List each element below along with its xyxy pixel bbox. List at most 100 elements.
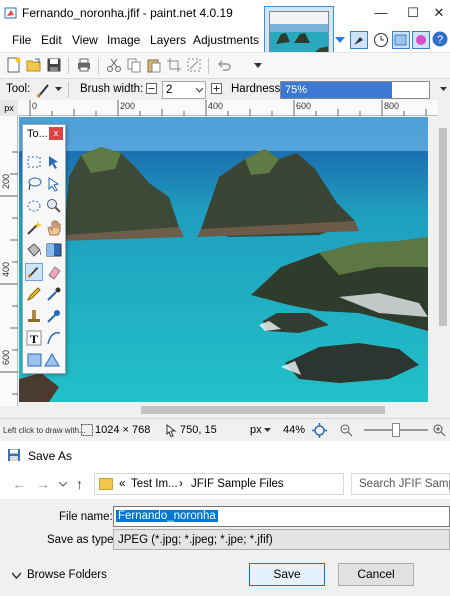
paste-icon[interactable] bbox=[146, 57, 162, 73]
move-selected-pixels-icon[interactable] bbox=[45, 153, 63, 171]
file-name-input[interactable]: Fernando_noronha bbox=[113, 506, 450, 527]
cancel-button[interactable]: Cancel bbox=[338, 563, 414, 586]
forward-arrow-icon[interactable]: → bbox=[36, 476, 50, 492]
save-as-dialog-title: Save As bbox=[28, 449, 73, 463]
menu-view[interactable]: View bbox=[72, 33, 98, 47]
file-name-label: File name: bbox=[59, 511, 113, 523]
recolor-icon[interactable] bbox=[45, 307, 63, 325]
ellipse-select-icon[interactable] bbox=[25, 197, 43, 215]
eraser-icon[interactable] bbox=[45, 263, 63, 281]
menu-edit[interactable]: Edit bbox=[41, 33, 62, 47]
rectangle-select-icon[interactable] bbox=[25, 153, 43, 171]
line-curve-icon[interactable] bbox=[45, 329, 63, 347]
color-picker-icon[interactable] bbox=[45, 285, 63, 303]
maximize-icon[interactable]: ☐ bbox=[404, 4, 422, 22]
dropdown-arrow-icon[interactable] bbox=[334, 34, 346, 46]
units-selector[interactable]: px bbox=[250, 424, 262, 436]
toolbar-separator bbox=[68, 82, 69, 98]
hardness-value: 75% bbox=[285, 84, 308, 96]
increase-brush-icon[interactable] bbox=[211, 83, 222, 94]
zoom-level: 44% bbox=[283, 424, 306, 436]
toolbar-separator bbox=[208, 58, 209, 74]
close-icon[interactable]: ✕ bbox=[430, 4, 448, 22]
options-overflow-icon[interactable] bbox=[440, 87, 447, 92]
image-canvas[interactable] bbox=[19, 117, 428, 402]
tool-dropdown-icon[interactable] bbox=[55, 87, 62, 92]
magic-wand-icon[interactable] bbox=[25, 219, 43, 237]
paint-bucket-icon[interactable] bbox=[25, 241, 43, 259]
zoom-icon[interactable] bbox=[45, 197, 63, 215]
deselect-icon[interactable] bbox=[186, 57, 202, 73]
save-icon[interactable] bbox=[46, 57, 62, 73]
expand-chevron-icon[interactable] bbox=[12, 572, 21, 579]
lasso-select-icon[interactable] bbox=[25, 175, 43, 193]
menu-bar: File Edit View Image Layers Adjustments … bbox=[0, 28, 450, 52]
minimize-icon[interactable]: — bbox=[372, 4, 390, 22]
search-box[interactable]: Search JFIF Samples bbox=[351, 473, 450, 495]
toolbar-separator bbox=[98, 58, 99, 74]
zoom-to-window-icon[interactable] bbox=[312, 423, 327, 438]
status-hint: Left click to draw with... bbox=[3, 426, 86, 435]
new-image-icon[interactable] bbox=[6, 57, 22, 73]
vertical-scroll-thumb[interactable] bbox=[439, 128, 447, 326]
pencil-icon[interactable] bbox=[25, 285, 43, 303]
brush-width-dropdown-icon[interactable] bbox=[196, 88, 203, 93]
clone-stamp-icon[interactable] bbox=[25, 307, 43, 325]
brush-width-label: Brush width: bbox=[80, 83, 144, 95]
breadcrumb-item-jfif-samples[interactable]: JFIF Sample Files bbox=[191, 478, 284, 490]
zoom-slider-knob[interactable] bbox=[392, 423, 400, 437]
cut-icon[interactable] bbox=[106, 57, 122, 73]
file-name-value: Fernando_noronha bbox=[116, 510, 218, 522]
address-bar[interactable]: « Test Im... › JFIF Sample Files bbox=[94, 473, 344, 495]
units-dropdown-icon[interactable] bbox=[264, 428, 271, 433]
cursor-position: 750, 15 bbox=[180, 424, 217, 436]
pan-hand-icon[interactable] bbox=[45, 219, 63, 237]
hardness-slider[interactable]: 75% bbox=[280, 81, 430, 99]
horizontal-ruler: 0 200 400 600 800 bbox=[18, 100, 438, 116]
open-file-icon[interactable] bbox=[26, 57, 42, 73]
zoom-in-icon[interactable] bbox=[432, 423, 446, 437]
horizontal-scroll-thumb[interactable] bbox=[141, 406, 385, 414]
toolbar-overflow-icon[interactable] bbox=[254, 63, 262, 69]
svg-text:T: T bbox=[30, 332, 38, 346]
menu-layers[interactable]: Layers bbox=[150, 33, 186, 47]
text-tool-icon[interactable]: T bbox=[25, 329, 43, 347]
folder-icon bbox=[99, 478, 113, 490]
help-icon[interactable]: ? bbox=[432, 31, 448, 47]
move-selection-icon[interactable] bbox=[45, 175, 63, 193]
tools-window-toggle-icon[interactable] bbox=[350, 31, 368, 49]
breadcrumb-item-test-images[interactable]: Test Im... bbox=[131, 478, 178, 490]
tool-label: Tool: bbox=[6, 83, 31, 95]
menu-image[interactable]: Image bbox=[107, 33, 140, 47]
crop-to-selection-icon[interactable] bbox=[166, 57, 182, 73]
undo-icon[interactable] bbox=[216, 57, 232, 73]
shapes-icon[interactable] bbox=[27, 351, 61, 369]
menu-file[interactable]: File bbox=[12, 33, 31, 47]
vertical-scrollbar[interactable] bbox=[436, 116, 450, 406]
tools-window-close-button[interactable]: x bbox=[49, 127, 63, 140]
horizontal-scrollbar[interactable] bbox=[19, 403, 436, 417]
history-icon[interactable] bbox=[372, 31, 390, 49]
paintbrush-icon[interactable] bbox=[36, 82, 52, 98]
colors-window-icon[interactable] bbox=[412, 31, 430, 49]
paintbrush-tool-icon[interactable] bbox=[25, 263, 43, 281]
decrease-brush-icon[interactable] bbox=[146, 83, 157, 94]
browse-folders-toggle[interactable]: Browse Folders bbox=[27, 569, 107, 581]
menu-adjustments[interactable]: Adjustments bbox=[193, 33, 259, 47]
back-arrow-icon[interactable]: ← bbox=[12, 476, 26, 492]
copy-icon[interactable] bbox=[126, 57, 142, 73]
zoom-out-icon[interactable] bbox=[339, 423, 353, 437]
save-button[interactable]: Save bbox=[249, 563, 325, 586]
layers-window-icon[interactable] bbox=[392, 31, 410, 49]
brush-width-combo[interactable]: 2 bbox=[162, 81, 206, 99]
ruler-tick-label: 400 bbox=[208, 101, 224, 111]
paintnet-app-icon bbox=[4, 7, 17, 19]
print-icon[interactable] bbox=[76, 57, 92, 73]
breadcrumb-separator-icon: › bbox=[179, 478, 183, 490]
recent-locations-icon[interactable] bbox=[59, 482, 67, 487]
save-type-select[interactable]: JPEG (*.jpg; *.jpeg; *.jpe; *.jfif) bbox=[113, 529, 450, 550]
gradient-icon[interactable] bbox=[45, 241, 63, 259]
tools-window-header[interactable]: To... x bbox=[23, 125, 65, 143]
up-arrow-icon[interactable]: ↑ bbox=[76, 476, 83, 492]
image-size: 1024 × 768 bbox=[95, 424, 151, 436]
